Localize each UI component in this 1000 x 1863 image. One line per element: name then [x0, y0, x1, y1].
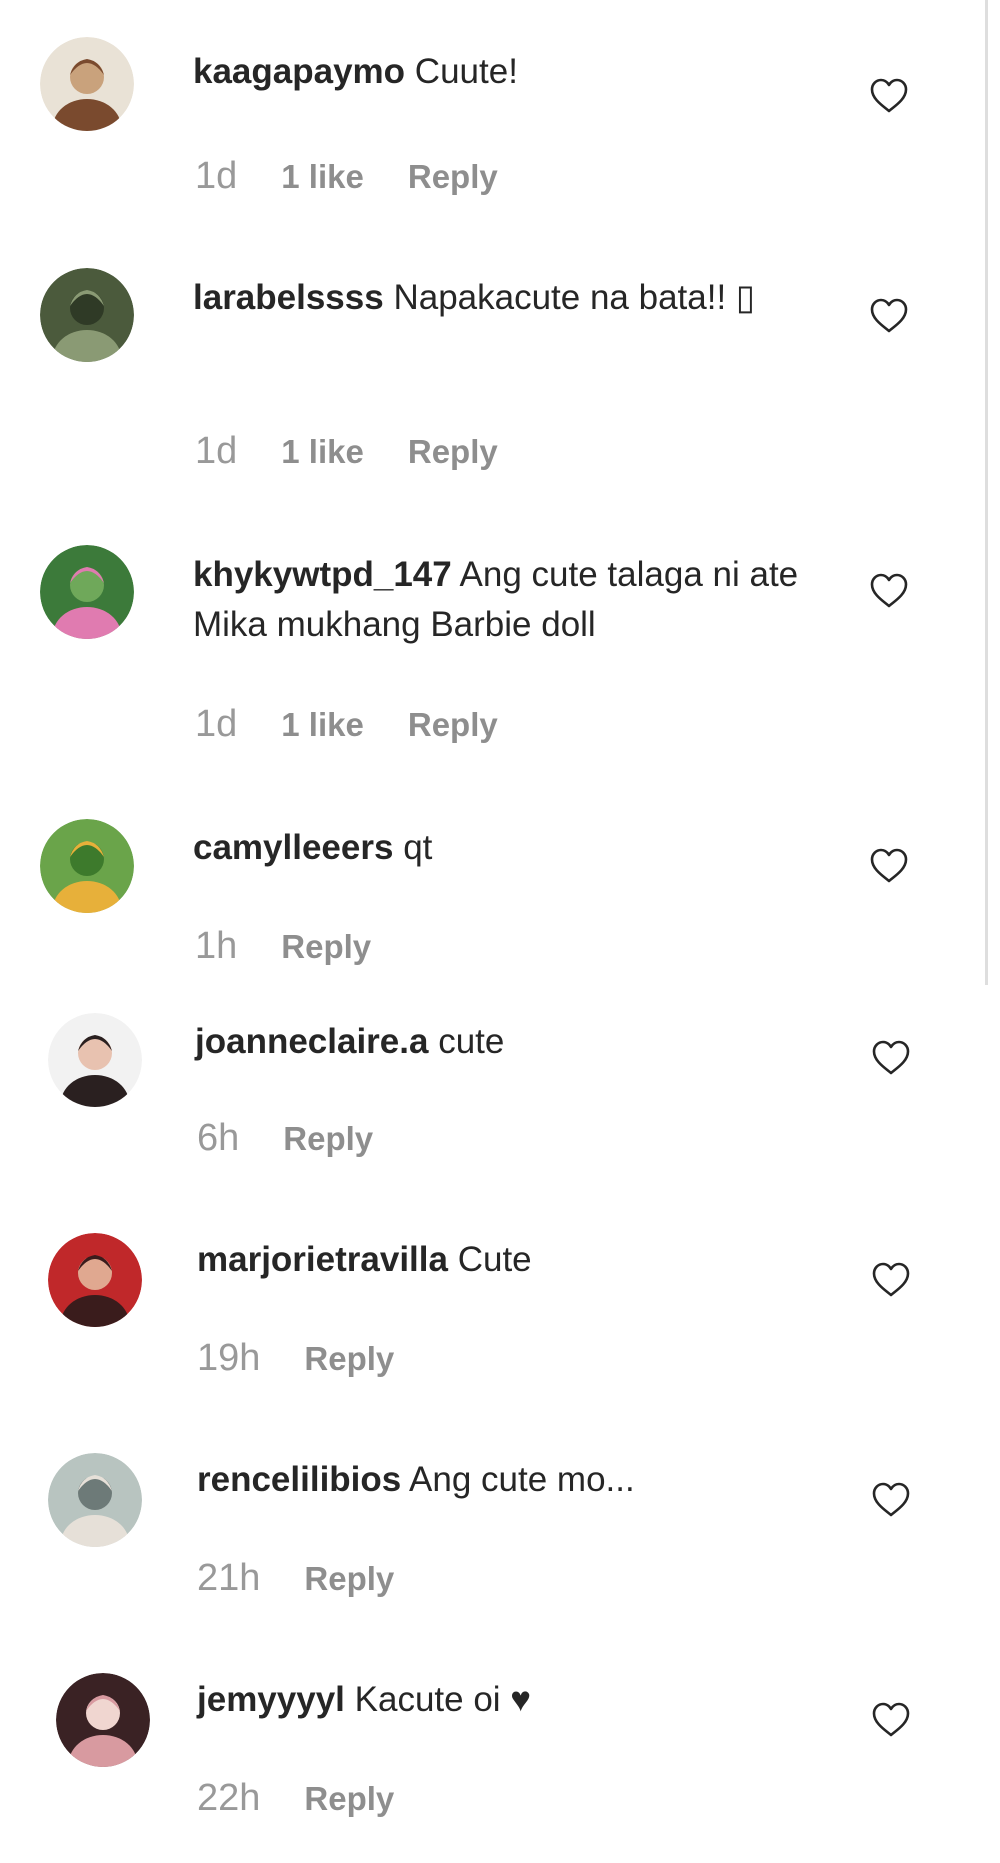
comment-timestamp: 1d [195, 430, 238, 472]
avatar[interactable] [40, 37, 134, 131]
reply-button[interactable]: Reply [283, 1120, 373, 1157]
like-button[interactable] [872, 1040, 910, 1076]
avatar[interactable] [48, 1233, 142, 1327]
reply-button[interactable]: Reply [304, 1340, 394, 1377]
comment-text: Cuute! [414, 52, 518, 91]
heart-outline-icon [870, 573, 908, 609]
reply-button[interactable]: Reply [408, 433, 498, 470]
comment-text: Ang cute mo... [409, 1460, 635, 1499]
comment-like-count[interactable]: 1 like [281, 433, 364, 470]
avatar[interactable] [40, 268, 134, 362]
avatar[interactable] [56, 1673, 150, 1767]
like-button[interactable] [872, 1702, 910, 1738]
avatar[interactable] [48, 1453, 142, 1547]
comment-meta: 21h Reply [197, 1558, 394, 1599]
scrollbar-track[interactable] [985, 0, 988, 985]
comment-meta: 19h Reply [197, 1338, 394, 1379]
like-button[interactable] [872, 1482, 910, 1518]
comment-timestamp: 21h [197, 1557, 261, 1599]
comment-timestamp: 19h [197, 1337, 261, 1379]
like-button[interactable] [872, 1262, 910, 1298]
comment-text: qt [403, 828, 433, 867]
comment-text: Napakacute na bata!! ▯ [393, 278, 756, 317]
heart-outline-icon [870, 848, 908, 884]
comment-text: Cute [457, 1240, 532, 1279]
comment-timestamp: 22h [197, 1777, 261, 1819]
comment-timestamp: 6h [197, 1117, 240, 1159]
reply-button[interactable]: Reply [304, 1560, 394, 1597]
heart-outline-icon [872, 1702, 910, 1738]
heart-outline-icon [872, 1262, 910, 1298]
comment-username[interactable]: camylleeers [193, 828, 393, 867]
heart-outline-icon [870, 298, 908, 334]
avatar[interactable] [40, 819, 134, 913]
comment-username[interactable]: rencelilibios [197, 1460, 401, 1499]
comment-meta: 6h Reply [197, 1118, 373, 1159]
comment-meta: 1h Reply [195, 926, 371, 967]
comment-like-count[interactable]: 1 like [281, 158, 364, 195]
comment-body: marjorietravilla Cute [197, 1235, 837, 1285]
comment-body: camylleeers qt [193, 823, 833, 873]
reply-button[interactable]: Reply [408, 158, 498, 195]
reply-button[interactable]: Reply [304, 1780, 394, 1817]
comment-body: joanneclaire.a cute [195, 1017, 835, 1067]
comment-username[interactable]: larabelssss [193, 278, 384, 317]
reply-button[interactable]: Reply [408, 706, 498, 743]
like-button[interactable] [870, 78, 908, 114]
comment-text: cute [438, 1022, 505, 1061]
heart-outline-icon [872, 1040, 910, 1076]
comment-username[interactable]: kaagapaymo [193, 52, 405, 91]
heart-outline-icon [870, 78, 908, 114]
like-button[interactable] [870, 298, 908, 334]
like-button[interactable] [870, 848, 908, 884]
comment-body: jemyyyyl Kacute oi ♥ [197, 1675, 837, 1725]
comment-username[interactable]: khykywtpd_147 [193, 555, 452, 594]
comment-meta: 1d 1 like Reply [195, 156, 498, 197]
comment-username[interactable]: joanneclaire.a [195, 1022, 428, 1061]
comment-username[interactable]: jemyyyyl [197, 1680, 345, 1719]
comment-body: kaagapaymo Cuute! [193, 47, 833, 97]
comment-body: larabelssss Napakacute na bata!! ▯ [193, 273, 833, 323]
comment-timestamp: 1d [195, 155, 238, 197]
comment-body: rencelilibios Ang cute mo... [197, 1455, 837, 1505]
comment-timestamp: 1d [195, 703, 238, 745]
comment-body: khykywtpd_147 Ang cute talaga ni ate Mik… [193, 550, 833, 650]
avatar[interactable] [40, 545, 134, 639]
comment-username[interactable]: marjorietravilla [197, 1240, 448, 1279]
reply-button[interactable]: Reply [281, 928, 371, 965]
comment-list: kaagapaymo Cuute! 1d 1 like Reply larabels… [0, 0, 980, 1863]
heart-outline-icon [872, 1482, 910, 1518]
avatar[interactable] [48, 1013, 142, 1107]
comment-text: Kacute oi ♥ [354, 1680, 532, 1719]
comment-meta: 1d 1 like Reply [195, 431, 498, 472]
comment-meta: 22h Reply [197, 1778, 394, 1819]
comment-timestamp: 1h [195, 925, 238, 967]
like-button[interactable] [870, 573, 908, 609]
comment-like-count[interactable]: 1 like [281, 706, 364, 743]
comment-meta: 1d 1 like Reply [195, 704, 498, 745]
